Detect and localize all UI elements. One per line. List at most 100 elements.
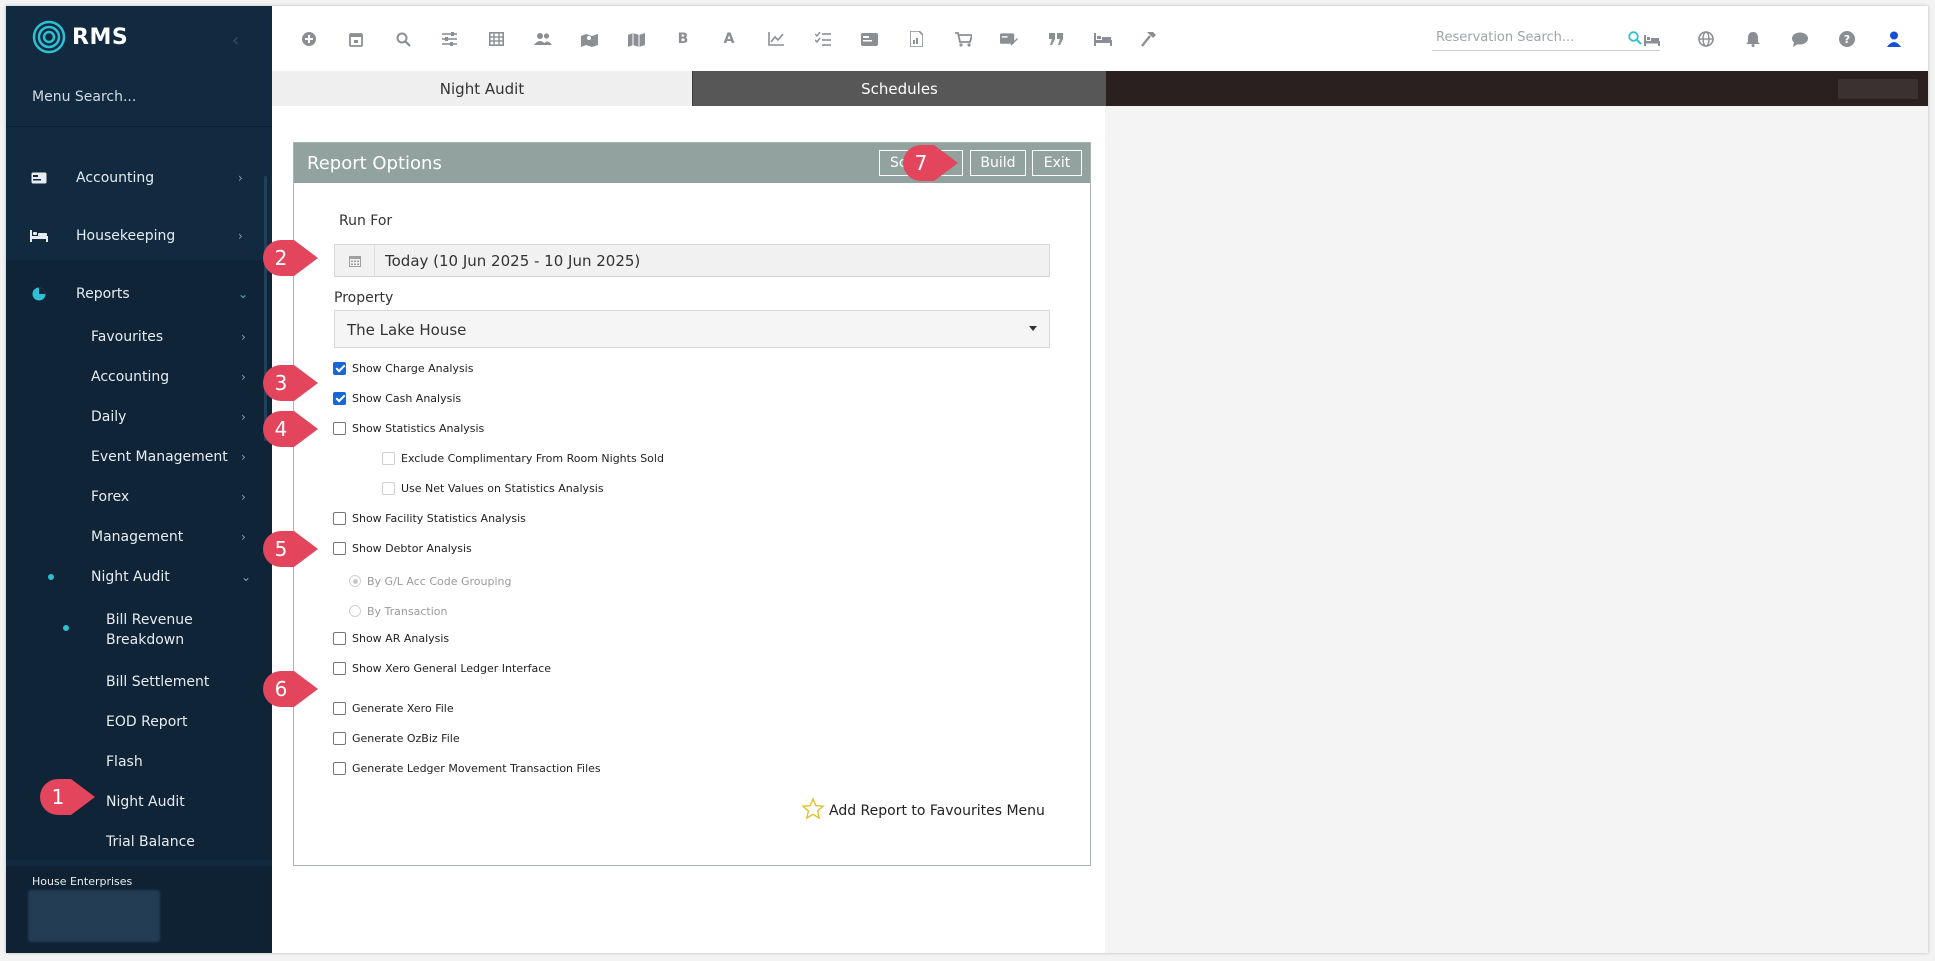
map-pin-icon[interactable]	[580, 30, 598, 48]
divider	[6, 126, 272, 127]
option-by-transaction[interactable]: By Transaction	[349, 602, 447, 620]
checklist-icon[interactable]	[814, 30, 832, 48]
sidebar-item-accounting[interactable]: Accounting ›	[6, 160, 264, 196]
calendar-icon[interactable]	[347, 30, 365, 48]
report-doc-icon[interactable]	[907, 30, 925, 48]
sidebar-subitem-event-management[interactable]: Event Management ›	[6, 442, 264, 472]
font-a-icon[interactable]: A	[720, 30, 738, 48]
empty-area	[1105, 106, 1928, 953]
sidebar-report-flash[interactable]: Flash	[6, 752, 264, 774]
build-button[interactable]: Build	[970, 150, 1026, 176]
users-icon[interactable]	[534, 30, 552, 48]
subitem-label: Daily	[91, 409, 127, 425]
globe-icon[interactable]	[1697, 30, 1715, 48]
subitem-label: Event Management	[91, 449, 228, 465]
chevron-right-icon: ›	[241, 490, 246, 504]
option-show-facility-statistics[interactable]: Show Facility Statistics Analysis	[333, 509, 526, 527]
radio[interactable]	[349, 605, 361, 617]
report-label: Bill Settlement	[106, 674, 210, 690]
add-to-favourites-link[interactable]: Add Report to Favourites Menu	[801, 797, 1045, 825]
sidebar-report-bill-revenue-breakdown[interactable]: Bill Revenue Breakdown	[6, 608, 264, 652]
chevron-down-icon: ⌄	[241, 570, 252, 584]
run-for-date-field[interactable]: Today (10 Jun 2025 - 10 Jun 2025)	[334, 244, 1050, 277]
sliders-icon[interactable]	[440, 30, 458, 48]
pie-chart-icon	[30, 287, 48, 301]
search-icon[interactable]	[394, 30, 412, 48]
option-generate-ledger-movement[interactable]: Generate Ledger Movement Transaction Fil…	[333, 759, 601, 777]
reservation-search[interactable]	[1432, 26, 1660, 51]
option-show-debtor-analysis[interactable]: Show Debtor Analysis	[333, 539, 472, 557]
cart-icon[interactable]	[954, 30, 972, 48]
bed-icon[interactable]	[1644, 31, 1660, 50]
checkbox[interactable]	[382, 451, 395, 465]
option-show-ar-analysis[interactable]: Show AR Analysis	[333, 629, 449, 647]
quote-icon[interactable]	[1047, 30, 1065, 48]
bell-icon[interactable]	[1744, 30, 1762, 48]
sidebar-subitem-management[interactable]: Management ›	[6, 522, 264, 552]
sidebar-item-label: Accounting	[76, 170, 155, 186]
checkbox[interactable]	[333, 731, 346, 745]
callout-1: 1	[37, 776, 99, 818]
redacted-block	[28, 890, 160, 942]
sidebar-subitem-night-audit[interactable]: Night Audit ⌄	[6, 562, 264, 592]
checkbox[interactable]	[333, 511, 346, 525]
checkbox[interactable]	[333, 361, 346, 375]
option-show-xero-gl-interface[interactable]: Show Xero General Ledger Interface	[333, 659, 551, 677]
bed-icon[interactable]	[1094, 30, 1112, 48]
checkbox[interactable]	[333, 701, 346, 715]
sidebar-subitem-favourites[interactable]: Favourites ›	[6, 322, 264, 352]
option-by-gl-acc-code-grouping[interactable]: By G/L Acc Code Grouping	[349, 572, 512, 590]
exit-button[interactable]: Exit	[1032, 150, 1082, 176]
report-label: Bill Revenue Breakdown	[106, 612, 193, 648]
checkbox[interactable]	[333, 761, 346, 775]
option-show-statistics-analysis[interactable]: Show Statistics Analysis	[333, 419, 484, 437]
sidebar-report-eod-report[interactable]: EOD Report	[6, 712, 264, 734]
option-label: Show Charge Analysis	[352, 361, 474, 375]
menu-search[interactable]: Menu Search...	[32, 89, 136, 105]
tab-night-audit[interactable]: Night Audit	[272, 71, 692, 106]
chevron-right-icon: ›	[238, 229, 243, 243]
sidebar-item-housekeeping[interactable]: Housekeeping ›	[6, 218, 264, 254]
checkbox[interactable]	[382, 481, 395, 495]
checkbox[interactable]	[333, 661, 346, 675]
grid-icon[interactable]	[487, 30, 505, 48]
collapse-sidebar-icon[interactable]: ‹	[232, 30, 239, 51]
tab-schedules[interactable]: Schedules	[692, 71, 1106, 106]
sidebar-report-trial-balance[interactable]: Trial Balance	[6, 832, 264, 854]
checkbox[interactable]	[333, 541, 346, 555]
option-generate-ozbiz-file[interactable]: Generate OzBiz File	[333, 729, 460, 747]
pay-icon[interactable]	[1000, 30, 1018, 48]
calendar-icon[interactable]	[335, 245, 375, 276]
sidebar-subitem-accounting[interactable]: Accounting ›	[6, 362, 264, 392]
property-select[interactable]: The Lake House	[334, 310, 1050, 348]
bold-b-icon[interactable]: B	[674, 30, 692, 48]
callout-5: 5	[260, 528, 322, 570]
radio[interactable]	[349, 575, 361, 587]
option-label: Show Statistics Analysis	[352, 421, 485, 435]
sidebar-report-bill-settlement[interactable]: Bill Settlement	[6, 672, 264, 694]
chat-icon[interactable]	[1791, 30, 1809, 48]
sidebar-subitem-forex[interactable]: Forex ›	[6, 482, 264, 512]
option-use-net-values[interactable]: Use Net Values on Statistics Analysis	[382, 479, 604, 497]
user-icon[interactable]	[1885, 30, 1903, 48]
option-show-cash-analysis[interactable]: Show Cash Analysis	[333, 389, 461, 407]
reservation-search-input[interactable]	[1432, 26, 1616, 45]
rms-logo[interactable]: RMS	[32, 20, 128, 54]
option-generate-xero-file[interactable]: Generate Xero File	[333, 699, 454, 717]
line-chart-icon[interactable]	[767, 30, 785, 48]
help-icon[interactable]: ?	[1838, 30, 1856, 48]
add-circle-icon[interactable]	[300, 30, 318, 48]
id-card-icon[interactable]	[860, 30, 878, 48]
option-label: Exclude Complimentary From Room Nights S…	[401, 451, 664, 465]
callout-number: 2	[274, 246, 288, 270]
hammer-icon[interactable]	[1140, 30, 1158, 48]
option-show-charge-analysis[interactable]: Show Charge Analysis	[333, 359, 473, 377]
map-icon[interactable]	[627, 30, 645, 48]
search-icon[interactable]	[1628, 30, 1642, 49]
checkbox[interactable]	[333, 421, 346, 435]
sidebar-subitem-daily[interactable]: Daily ›	[6, 402, 264, 432]
checkbox[interactable]	[333, 631, 346, 645]
sidebar-item-reports[interactable]: Reports ⌄	[6, 276, 264, 312]
option-exclude-complimentary[interactable]: Exclude Complimentary From Room Nights S…	[382, 449, 664, 467]
checkbox[interactable]	[333, 391, 346, 405]
